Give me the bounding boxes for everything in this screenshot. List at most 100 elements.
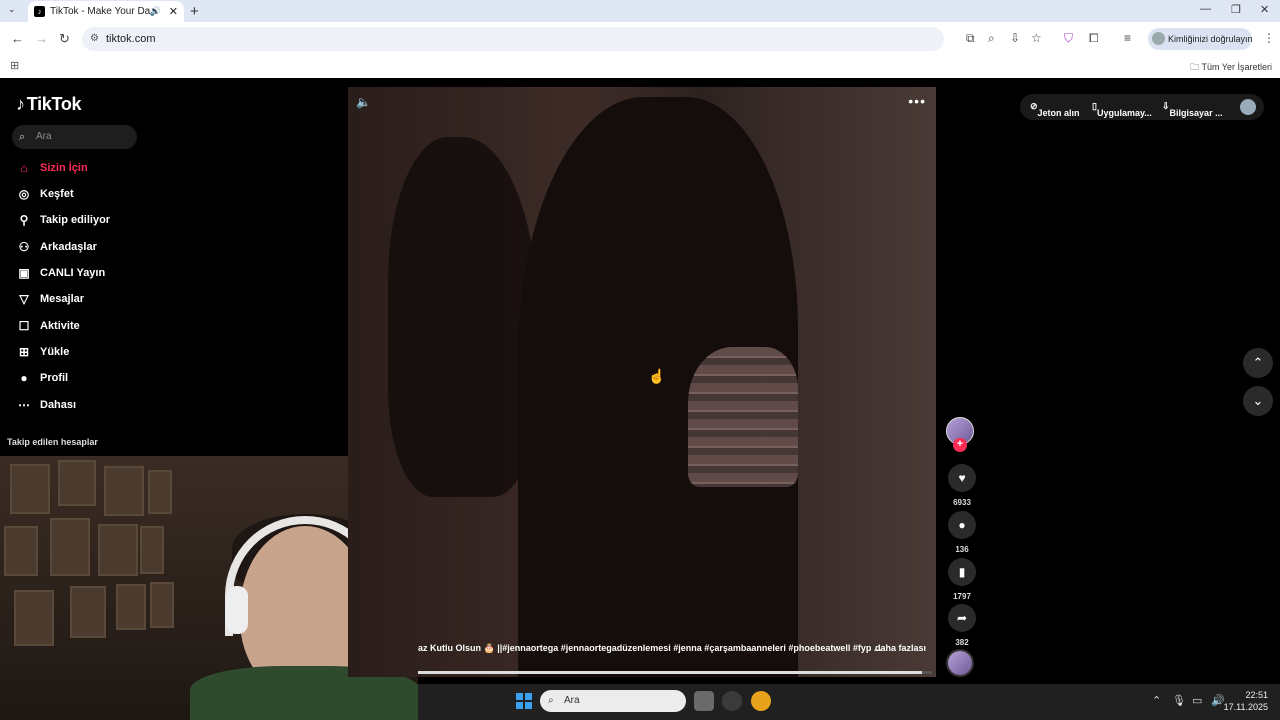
bookmark-star-icon[interactable]: ☆ xyxy=(1031,31,1042,45)
nav-explore[interactable]: ◎ Keşfet xyxy=(16,183,156,205)
reload-icon[interactable]: ↻ xyxy=(59,31,70,47)
steam-icon[interactable] xyxy=(722,691,742,711)
windows-taskbar: ⌕ Ara ⌃ 🎙 ▭ 🔊 22:51 17.11.2025 xyxy=(418,684,1280,720)
profile-button[interactable]: Kimliğinizi doğrulayın xyxy=(1148,28,1253,50)
caption-more-link[interactable]: daha fazlası xyxy=(875,643,926,653)
translate-icon[interactable]: ⧉ xyxy=(966,31,975,46)
url-text: tiktok.com xyxy=(106,33,156,45)
nav-label: CANLI Yayın xyxy=(40,267,106,279)
browser-tab[interactable]: ♪ TikTok - Make Your Day 🔊 ✕ xyxy=(28,1,184,22)
media-control-icon[interactable]: ≡ xyxy=(1124,31,1131,45)
taskbar-clock[interactable]: 22:51 17.11.2025 xyxy=(1224,689,1268,713)
maximize-icon[interactable]: ❐ xyxy=(1231,3,1241,16)
get-app-label: Uygulamay... xyxy=(1096,108,1152,118)
nav-label: Takip ediliyor xyxy=(40,214,111,226)
nav-messages[interactable]: ▽ Mesajlar xyxy=(16,288,156,310)
tiktok-logo[interactable]: ♪ TikTok xyxy=(16,94,82,115)
nav-more[interactable]: ⋯ Dahası xyxy=(16,394,156,416)
nav-label: Profil xyxy=(40,372,69,384)
next-video-button[interactable]: ⌄ xyxy=(1243,386,1273,416)
apps-grid-icon[interactable]: ⊞ xyxy=(10,59,19,72)
comment-icon[interactable]: ● xyxy=(948,511,976,539)
nav-profile[interactable]: ● Profil xyxy=(16,367,156,389)
nav-friends[interactable]: ⚇ Arkadaşlar xyxy=(16,236,156,258)
bookmarks-bar: ⊞ 🗀 Tüm Yer İşaretleri xyxy=(0,56,1280,78)
new-tab-button[interactable]: + xyxy=(190,3,199,20)
zoom-icon[interactable]: ⌕ xyxy=(988,31,995,46)
chrome-icon[interactable] xyxy=(751,691,771,711)
all-bookmarks[interactable]: 🗀 Tüm Yer İşaretleri xyxy=(1190,60,1272,76)
nav-following[interactable]: ⚲ Takip ediliyor xyxy=(16,209,156,231)
tab-search-icon[interactable]: ⌄ xyxy=(8,4,16,15)
video-progress[interactable] xyxy=(418,671,932,674)
music-disc-avatar[interactable] xyxy=(946,649,974,677)
heart-icon[interactable]: ♥ xyxy=(948,464,976,492)
like-count: 6933 xyxy=(953,498,971,507)
get-coins-button[interactable]: ⊘ Jeton alın xyxy=(1030,101,1080,118)
close-window-icon[interactable]: ✕ xyxy=(1260,3,1269,16)
minimize-icon[interactable]: — xyxy=(1200,3,1211,15)
nav-label: Keşfet xyxy=(40,188,74,200)
tiktok-favicon-icon: ♪ xyxy=(34,6,45,17)
tab-title: TikTok - Make Your Day xyxy=(50,6,150,17)
profile-avatar-icon xyxy=(1152,32,1165,45)
profile-icon: ● xyxy=(20,371,28,385)
video-wall-shadow xyxy=(388,137,538,497)
friends-icon: ⚇ xyxy=(18,240,30,254)
forward-icon[interactable]: → xyxy=(35,31,48,46)
tab-audio-icon[interactable]: 🔊 xyxy=(150,6,161,17)
monitor-icon[interactable]: ▭ xyxy=(1192,694,1202,707)
desktop-app-button[interactable]: ⇩ Bilgisayar ... xyxy=(1162,101,1223,118)
taskbar-search[interactable]: ⌕ Ara xyxy=(540,690,686,712)
task-view-icon[interactable] xyxy=(694,691,714,711)
follow-plus-icon[interactable]: + xyxy=(953,438,967,452)
nav-upload[interactable]: ⊞ Yükle xyxy=(16,341,156,363)
live-icon: ▣ xyxy=(18,266,30,280)
video-striped-shirt xyxy=(688,347,798,487)
tab-close-icon[interactable]: ✕ xyxy=(169,5,178,18)
home-icon: ⌂ xyxy=(20,161,28,175)
tray-chevron-icon[interactable]: ⌃ xyxy=(1152,694,1161,707)
user-avatar[interactable] xyxy=(1240,99,1256,115)
microphone-icon[interactable]: 🎙 xyxy=(1172,694,1186,707)
headphone-cup-left xyxy=(226,586,248,634)
nav-for-you[interactable]: ⌂ Sizin İçin xyxy=(16,157,156,179)
clock-date: 17.11.2025 xyxy=(1223,702,1268,712)
install-icon[interactable]: ⇩ xyxy=(1010,31,1020,45)
save-action[interactable]: ▮ 1797 xyxy=(946,558,978,601)
like-action[interactable]: ♥ 6933 xyxy=(946,464,978,507)
extensions-icon[interactable]: ⧠ xyxy=(1089,31,1099,46)
nav-activity[interactable]: ☐ Aktivite xyxy=(16,315,156,337)
tiktok-app: ♪ TikTok ⌕ Ara ⌂ Sizin İçin ◎ Keşfet ⚲ Takip… xyxy=(0,78,1280,720)
nav-label: Mesajlar xyxy=(40,293,85,305)
caption-text: az Kutlu Olsun 🎂 ||#jennaortega #jennaor… xyxy=(418,643,882,653)
nav-live[interactable]: ▣ CANLI Yayın xyxy=(16,262,156,284)
address-bar[interactable]: ⚙ tiktok.com xyxy=(82,27,944,51)
browser-toolbar: ← → ↻ ⚙ tiktok.com ⧉ ⌕ ⇩ ☆ ⛉ ⧠ ≡ Kimliği… xyxy=(0,22,1280,56)
following-accounts-title: Takip edilen hesaplar xyxy=(7,437,98,447)
volume-icon[interactable]: 🔈 xyxy=(356,95,371,109)
back-icon[interactable]: ← xyxy=(11,31,24,46)
messages-icon: ▽ xyxy=(19,292,29,306)
get-coins-label: Jeton alın xyxy=(1037,108,1080,118)
windows-start-icon[interactable] xyxy=(516,693,532,709)
menu-icon[interactable]: ⋮ xyxy=(1263,31,1275,45)
video-player[interactable]: 🔈 ••• xyxy=(348,87,936,677)
bookmark-icon[interactable]: ▮ xyxy=(948,558,976,586)
more-icon: ⋯ xyxy=(18,398,30,412)
comment-action[interactable]: ● 136 xyxy=(946,511,978,554)
comment-count: 136 xyxy=(955,545,969,554)
video-progress-fill xyxy=(418,671,922,674)
taskbar-search-label: Ara xyxy=(564,695,580,706)
get-app-button[interactable]: ▯ Uygulamay... xyxy=(1092,101,1152,118)
share-action[interactable]: ➦ 382 xyxy=(946,604,978,647)
site-info-icon[interactable]: ⚙ xyxy=(90,27,99,51)
extension-shield-icon[interactable]: ⛉ xyxy=(1064,31,1073,46)
more-options-icon[interactable]: ••• xyxy=(908,93,926,109)
previous-video-button[interactable]: ⌃ xyxy=(1243,348,1273,378)
search-input[interactable]: ⌕ Ara xyxy=(12,125,137,149)
share-icon[interactable]: ➦ xyxy=(948,604,976,632)
activity-icon: ☐ xyxy=(18,319,30,333)
profile-label: Kimliğinizi doğrulayın xyxy=(1168,34,1253,44)
video-caption: az Kutlu Olsun 🎂 ||#jennaortega #jennaor… xyxy=(418,643,930,657)
